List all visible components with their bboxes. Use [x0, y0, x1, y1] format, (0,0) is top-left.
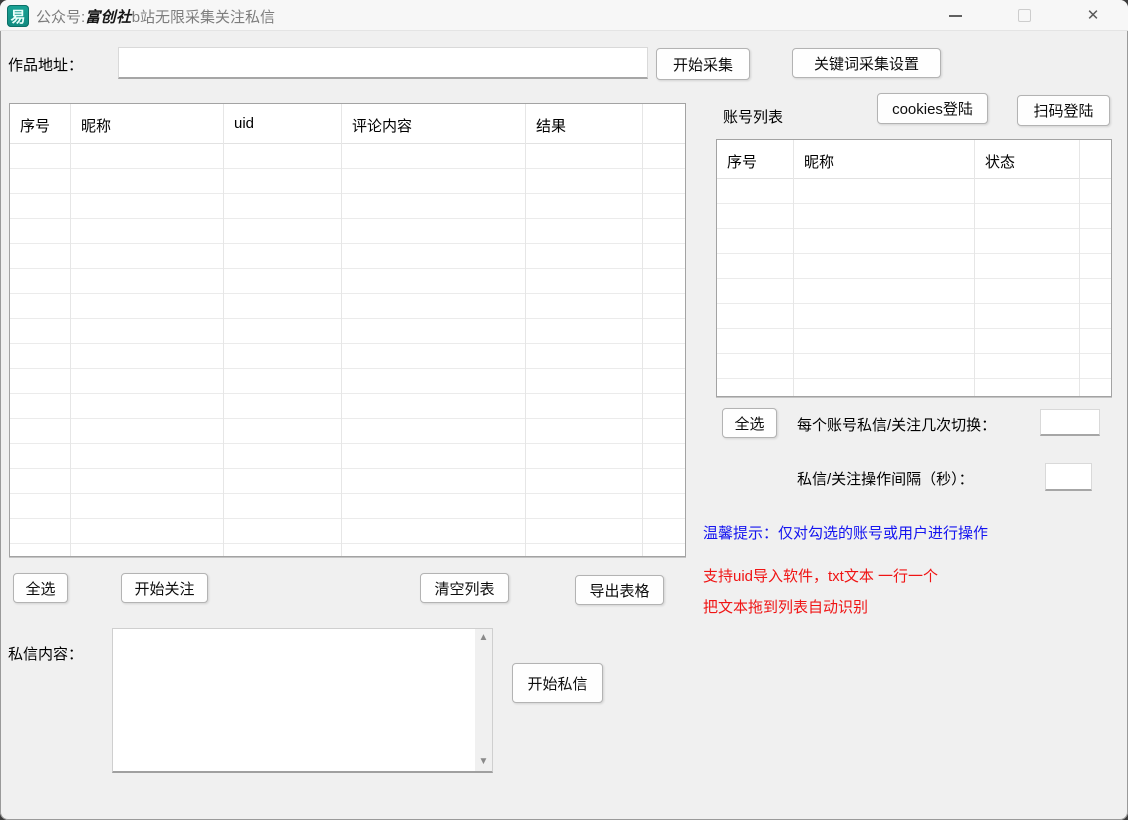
uid-import-tip-red: 支持uid导入软件，txt文本 一行一个 [703, 565, 938, 586]
accounts-col-index: 序号 [717, 140, 794, 396]
accounts-col-filler [1080, 140, 1111, 396]
minimize-icon [949, 15, 962, 17]
notice-tip-blue: 温馨提示：仅对勾选的账号或用户进行操作 [703, 522, 988, 543]
export-table-button[interactable]: 导出表格 [575, 575, 664, 605]
scroll-down-icon[interactable]: ▼ [479, 757, 489, 767]
interval-seconds-input[interactable] [1045, 463, 1092, 491]
dm-scrollbar[interactable]: ▲ ▼ [475, 629, 492, 771]
window-title-prefix: 公众号: [36, 9, 85, 26]
start-follow-button[interactable]: 开始关注 [121, 573, 208, 603]
qr-code-login-button[interactable]: 扫码登陆 [1017, 95, 1110, 126]
comments-col-nickname: 昵称 [71, 104, 224, 556]
window-title-brand: 富创社 [85, 9, 132, 26]
account-list-label: 账号列表 [723, 106, 783, 127]
start-dm-button[interactable]: 开始私信 [512, 663, 603, 703]
comments-select-all-button[interactable]: 全选 [13, 573, 68, 603]
accounts-col-nickname: 昵称 [794, 140, 975, 396]
window-title: 公众号:富创社b站无限采集关注私信 [36, 6, 275, 27]
dm-content-label: 私信内容： [8, 643, 83, 664]
maximize-icon [1018, 9, 1031, 22]
comments-col-index: 序号 [10, 104, 71, 556]
comments-col-content: 评论内容 [342, 104, 526, 556]
switch-count-label: 每个账号私信/关注几次切换： [797, 414, 996, 435]
accounts-col-status: 状态 [975, 140, 1080, 396]
easy-language-app-icon: 易 [7, 5, 29, 27]
drag-text-tip-red: 把文本拖到列表自动识别 [703, 596, 868, 617]
comments-col-filler [643, 104, 685, 556]
switch-count-input[interactable] [1040, 409, 1100, 436]
keyword-collect-settings-button[interactable]: 关键词采集设置 [792, 48, 941, 78]
cookies-login-button[interactable]: cookies登陆 [877, 93, 988, 124]
scroll-up-icon[interactable]: ▲ [479, 633, 489, 643]
start-collect-button[interactable]: 开始采集 [656, 48, 750, 80]
window-title-suffix: b站无限采集关注私信 [132, 9, 275, 26]
accounts-table[interactable]: 序号 昵称 状态 [716, 139, 1112, 397]
title-bar[interactable]: 易 公众号:富创社b站无限采集关注私信 ✕ [0, 0, 1128, 31]
dm-content-textarea[interactable] [113, 629, 475, 771]
work-url-input[interactable] [118, 47, 648, 79]
dm-content-box: ▲ ▼ [112, 628, 493, 773]
interval-seconds-label: 私信/关注操作间隔（秒）： [797, 468, 974, 489]
minimize-button[interactable] [932, 0, 978, 31]
comments-col-uid: uid [224, 104, 342, 556]
close-button[interactable]: ✕ [1070, 0, 1116, 31]
comments-table[interactable]: 序号 昵称 uid 评论内容 结果 [9, 103, 686, 557]
comments-col-result: 结果 [526, 104, 643, 556]
clear-list-button[interactable]: 清空列表 [420, 573, 509, 603]
close-icon: ✕ [1087, 8, 1100, 23]
work-url-label: 作品地址： [8, 54, 83, 75]
maximize-button[interactable] [1001, 0, 1047, 31]
app-window: 易 公众号:富创社b站无限采集关注私信 ✕ 作品地址： 开始采集 关键词采集设置… [0, 0, 1128, 820]
accounts-select-all-button[interactable]: 全选 [722, 408, 777, 438]
